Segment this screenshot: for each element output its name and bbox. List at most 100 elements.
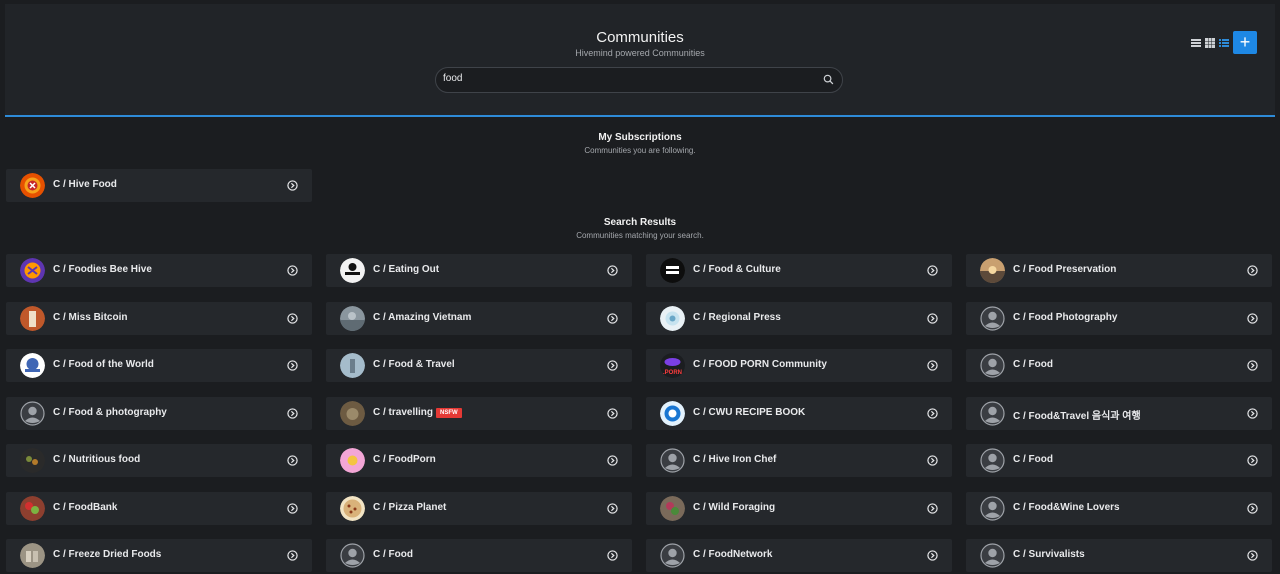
community-avatar[interactable] (980, 353, 1005, 378)
community-name[interactable]: C / FoodPorn (373, 454, 436, 465)
community-name-label[interactable]: C / Hive Iron Chef (693, 454, 776, 465)
open-community-icon[interactable] (287, 503, 298, 514)
community-name-label[interactable]: C / Miss Bitcoin (53, 312, 127, 323)
community-card[interactable]: C / Food Preservation (966, 254, 1272, 287)
community-name-label[interactable]: C / Nutritious food (53, 454, 140, 465)
community-avatar[interactable] (660, 543, 685, 568)
community-card[interactable]: C / Nutritious food (6, 444, 312, 477)
community-avatar[interactable] (20, 353, 45, 378)
community-name[interactable]: C / FoodBank (53, 502, 117, 513)
community-name-label[interactable]: C / Food Photography (1013, 312, 1117, 323)
community-name-label[interactable]: C / Food (373, 549, 413, 560)
community-name-label[interactable]: C / Pizza Planet (373, 502, 446, 513)
open-community-icon[interactable] (287, 180, 298, 191)
community-name[interactable]: C / Freeze Dried Foods (53, 549, 161, 560)
open-community-icon[interactable] (927, 360, 938, 371)
community-name-label[interactable]: C / Food of the World (53, 359, 154, 370)
community-name-label[interactable]: C / Food & Travel (373, 359, 455, 370)
community-name[interactable]: C / Food of the World (53, 359, 154, 370)
community-card[interactable]: .PORN C / FOOD PORN Community (646, 349, 952, 382)
community-avatar[interactable] (980, 306, 1005, 331)
open-community-icon[interactable] (927, 408, 938, 419)
open-community-icon[interactable] (927, 550, 938, 561)
community-name-label[interactable]: C / Wild Foraging (693, 502, 775, 513)
open-community-icon[interactable] (1247, 265, 1258, 276)
community-card[interactable]: C / Eating Out (326, 254, 632, 287)
open-community-icon[interactable] (927, 313, 938, 324)
community-avatar[interactable] (660, 496, 685, 521)
community-card[interactable]: C / Food & Travel (326, 349, 632, 382)
community-card[interactable]: C / Food&Travel 음식과 여행 (966, 397, 1272, 430)
community-avatar[interactable]: .PORN (660, 353, 685, 378)
community-name[interactable]: C / Miss Bitcoin (53, 312, 127, 323)
community-avatar[interactable] (660, 401, 685, 426)
list-view-icon[interactable] (1191, 38, 1201, 48)
community-card[interactable]: C / Food (966, 444, 1272, 477)
community-card[interactable]: C / Regional Press (646, 302, 952, 335)
community-name[interactable]: C / Wild Foraging (693, 502, 775, 513)
community-name-label[interactable]: C / Food Preservation (1013, 264, 1116, 275)
open-community-icon[interactable] (607, 503, 618, 514)
open-community-icon[interactable] (1247, 455, 1258, 466)
community-card[interactable]: C / Pizza Planet (326, 492, 632, 525)
community-avatar[interactable] (980, 258, 1005, 283)
community-avatar[interactable] (340, 448, 365, 473)
community-card[interactable]: C / Miss Bitcoin (6, 302, 312, 335)
community-card[interactable]: C / Food (326, 539, 632, 572)
open-community-icon[interactable] (1247, 550, 1258, 561)
community-name-label[interactable]: C / FoodPorn (373, 454, 436, 465)
community-name[interactable]: C / Food (1013, 454, 1053, 465)
community-name[interactable]: C / Food Photography (1013, 312, 1117, 323)
open-community-icon[interactable] (1247, 360, 1258, 371)
community-name-label[interactable]: C / Food (1013, 454, 1053, 465)
community-avatar[interactable] (20, 306, 45, 331)
community-card[interactable]: C / Food of the World (6, 349, 312, 382)
community-card[interactable]: C / FoodBank (6, 492, 312, 525)
community-name-label[interactable]: C / Freeze Dried Foods (53, 549, 161, 560)
community-name-label[interactable]: C / Eating Out (373, 264, 439, 275)
community-avatar[interactable] (20, 448, 45, 473)
community-name-label[interactable]: C / Foodies Bee Hive (53, 264, 152, 275)
community-name-label[interactable]: C / FoodNetwork (693, 549, 772, 560)
open-community-icon[interactable] (1247, 503, 1258, 514)
community-name[interactable]: C / Food&Travel 음식과 여행 (1013, 407, 1141, 422)
community-name[interactable]: C / Pizza Planet (373, 502, 446, 513)
community-name-label[interactable]: C / Food&Travel 음식과 여행 (1013, 411, 1141, 422)
compact-list-view-icon[interactable] (1219, 38, 1229, 48)
community-avatar[interactable] (980, 401, 1005, 426)
community-card[interactable]: C / Hive Food (6, 169, 312, 202)
grid-view-icon[interactable] (1205, 38, 1215, 48)
community-name-label[interactable]: C / Food (1013, 359, 1053, 370)
open-community-icon[interactable] (287, 313, 298, 324)
community-avatar[interactable] (660, 306, 685, 331)
community-name[interactable]: C / Regional Press (693, 312, 781, 323)
open-community-icon[interactable] (607, 313, 618, 324)
community-card[interactable]: C / travelling NSFW (326, 397, 632, 430)
open-community-icon[interactable] (287, 408, 298, 419)
community-name[interactable]: C / Survivalists (1013, 549, 1085, 560)
community-card[interactable]: C / Freeze Dried Foods (6, 539, 312, 572)
community-card[interactable]: C / Food & Culture (646, 254, 952, 287)
community-name-label[interactable]: C / FoodBank (53, 502, 117, 513)
community-avatar[interactable] (660, 448, 685, 473)
community-avatar[interactable] (980, 543, 1005, 568)
open-community-icon[interactable] (927, 503, 938, 514)
open-community-icon[interactable] (287, 550, 298, 561)
community-avatar[interactable] (340, 401, 365, 426)
community-name[interactable]: C / FOOD PORN Community (693, 359, 827, 370)
community-name-label[interactable]: C / FOOD PORN Community (693, 359, 827, 370)
community-avatar[interactable] (20, 173, 45, 198)
community-card[interactable]: C / Hive Iron Chef (646, 444, 952, 477)
community-card[interactable]: C / Foodies Bee Hive (6, 254, 312, 287)
community-card[interactable]: C / FoodPorn (326, 444, 632, 477)
community-name-label[interactable]: C / CWU RECIPE BOOK (693, 407, 805, 418)
community-card[interactable]: C / Food (966, 349, 1272, 382)
community-avatar[interactable] (20, 496, 45, 521)
open-community-icon[interactable] (927, 265, 938, 276)
community-name-label[interactable]: C / Food & Culture (693, 264, 781, 275)
community-name[interactable]: C / Food & Travel (373, 359, 455, 370)
community-name[interactable]: C / CWU RECIPE BOOK (693, 407, 805, 418)
add-community-button[interactable]: + (1233, 31, 1257, 54)
open-community-icon[interactable] (607, 455, 618, 466)
community-avatar[interactable] (660, 258, 685, 283)
